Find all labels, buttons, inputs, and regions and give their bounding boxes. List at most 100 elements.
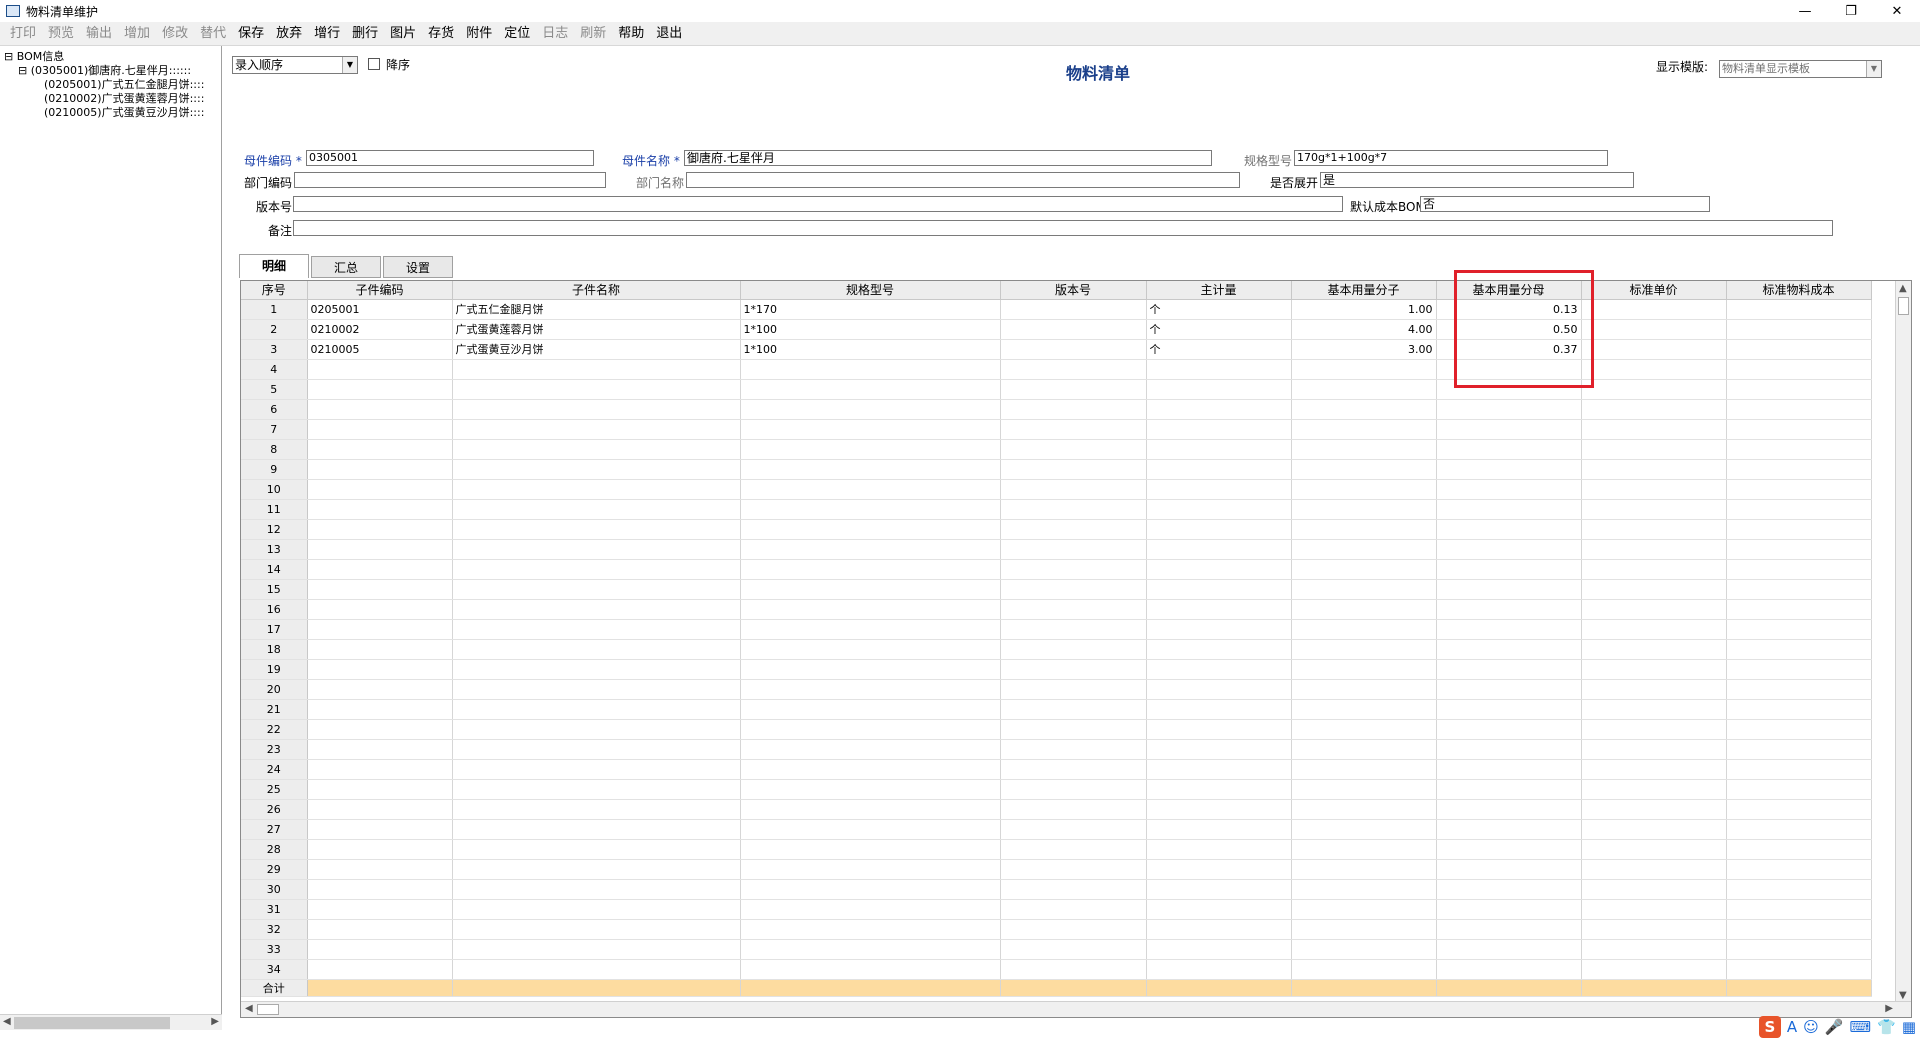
- table-cell[interactable]: [1000, 319, 1147, 340]
- table-cell[interactable]: 1.00: [1291, 299, 1437, 320]
- parent-name-field[interactable]: 御唐府.七星伴月: [684, 150, 1212, 166]
- table-cell[interactable]: [452, 959, 741, 980]
- table-cell[interactable]: [1291, 799, 1437, 820]
- parent-code-field[interactable]: 0305001: [306, 150, 594, 166]
- table-cell[interactable]: [452, 359, 741, 380]
- table-row[interactable]: 2 0210002 广式蛋黄莲蓉月饼 1*100 个 4.00 0.50: [241, 319, 1872, 340]
- table-cell[interactable]: [1436, 419, 1582, 440]
- table-cell[interactable]: [740, 699, 1001, 720]
- table-cell[interactable]: [1000, 499, 1147, 520]
- table-cell[interactable]: [1726, 619, 1872, 640]
- table-cell[interactable]: [1726, 639, 1872, 660]
- table-cell[interactable]: [1726, 519, 1872, 540]
- table-cell[interactable]: [452, 799, 741, 820]
- table-cell[interactable]: [1146, 419, 1292, 440]
- table-cell[interactable]: [1000, 619, 1147, 640]
- table-row[interactable]: 11: [241, 499, 1872, 520]
- table-cell[interactable]: 广式蛋黄豆沙月饼: [452, 339, 741, 360]
- table-cell[interactable]: [1146, 399, 1292, 420]
- table-cell[interactable]: [452, 419, 741, 440]
- table-cell[interactable]: [1291, 419, 1437, 440]
- default-bom-field[interactable]: 否: [1420, 196, 1710, 212]
- table-cell[interactable]: [1000, 839, 1147, 860]
- table-cell[interactable]: [307, 719, 453, 740]
- table-cell[interactable]: [1291, 759, 1437, 780]
- table-cell[interactable]: [1581, 319, 1727, 340]
- table-cell[interactable]: [307, 939, 453, 960]
- tab-settings[interactable]: 设置: [383, 256, 454, 278]
- table-cell[interactable]: [1291, 859, 1437, 880]
- table-cell[interactable]: [1581, 899, 1727, 920]
- table-cell[interactable]: [1581, 739, 1727, 760]
- table-cell[interactable]: [452, 899, 741, 920]
- scroll-left-icon[interactable]: ◀: [245, 1003, 253, 1014]
- table-cell[interactable]: [452, 919, 741, 940]
- table-cell[interactable]: [1581, 839, 1727, 860]
- table-cell[interactable]: 0.50: [1436, 319, 1582, 340]
- table-cell[interactable]: [1291, 719, 1437, 740]
- table-cell[interactable]: [740, 639, 1001, 660]
- scroll-right-icon[interactable]: ▶: [211, 1016, 219, 1027]
- table-cell[interactable]: 0.13: [1436, 299, 1582, 320]
- table-row[interactable]: 24: [241, 759, 1872, 780]
- menu-item[interactable]: 替代: [194, 22, 232, 46]
- table-row[interactable]: 21: [241, 699, 1872, 720]
- table-cell[interactable]: [1581, 339, 1727, 360]
- table-cell[interactable]: [1726, 579, 1872, 600]
- table-cell[interactable]: [1726, 659, 1872, 680]
- column-header[interactable]: 版本号: [1000, 281, 1147, 300]
- table-cell[interactable]: [1000, 719, 1147, 740]
- table-cell[interactable]: [1146, 499, 1292, 520]
- table-cell[interactable]: [740, 899, 1001, 920]
- table-cell[interactable]: [1726, 819, 1872, 840]
- table-cell[interactable]: [452, 519, 741, 540]
- table-cell[interactable]: 广式五仁金腿月饼: [452, 299, 741, 320]
- table-cell[interactable]: [452, 639, 741, 660]
- table-cell[interactable]: 1*170: [740, 299, 1001, 320]
- table-cell[interactable]: [1436, 959, 1582, 980]
- menu-item[interactable]: 增行: [308, 22, 346, 46]
- table-cell[interactable]: [740, 679, 1001, 700]
- table-cell[interactable]: [740, 619, 1001, 640]
- table-cell[interactable]: [1726, 919, 1872, 940]
- remark-field[interactable]: [293, 220, 1833, 236]
- table-cell[interactable]: [1146, 879, 1292, 900]
- table-cell[interactable]: [1436, 359, 1582, 380]
- table-cell[interactable]: [452, 879, 741, 900]
- table-cell[interactable]: [1146, 819, 1292, 840]
- table-cell[interactable]: [1146, 459, 1292, 480]
- table-cell[interactable]: [1000, 599, 1147, 620]
- tree-node-child[interactable]: (0210005)广式蛋黄豆沙月饼::::: [4, 106, 204, 120]
- table-row[interactable]: 6: [241, 399, 1872, 420]
- table-row[interactable]: 33: [241, 939, 1872, 960]
- table-cell[interactable]: [1726, 359, 1872, 380]
- table-cell[interactable]: [740, 719, 1001, 740]
- table-cell[interactable]: [1726, 719, 1872, 740]
- table-cell[interactable]: [1291, 359, 1437, 380]
- table-cell[interactable]: [1146, 779, 1292, 800]
- scroll-thumb[interactable]: [14, 1017, 170, 1029]
- table-cell[interactable]: [1000, 339, 1147, 360]
- table-cell[interactable]: [740, 559, 1001, 580]
- table-cell[interactable]: [1581, 639, 1727, 660]
- table-cell[interactable]: [1436, 619, 1582, 640]
- table-cell[interactable]: [1000, 739, 1147, 760]
- grid-horizontal-scrollbar[interactable]: ◀ ▶: [241, 1001, 1911, 1017]
- table-cell[interactable]: [1436, 659, 1582, 680]
- menu-item[interactable]: 刷新: [574, 22, 612, 46]
- tree-horizontal-scrollbar[interactable]: ◀ ▶: [0, 1014, 222, 1030]
- column-header[interactable]: 基本用量分子: [1291, 281, 1437, 300]
- column-header[interactable]: 子件名称: [452, 281, 741, 300]
- table-cell[interactable]: [1291, 459, 1437, 480]
- table-cell[interactable]: [1726, 759, 1872, 780]
- table-cell[interactable]: [1726, 779, 1872, 800]
- table-cell[interactable]: 0205001: [307, 299, 453, 320]
- table-cell[interactable]: [1146, 699, 1292, 720]
- table-cell[interactable]: [1000, 419, 1147, 440]
- table-cell[interactable]: [452, 539, 741, 560]
- table-cell[interactable]: [1436, 559, 1582, 580]
- table-cell[interactable]: 1*100: [740, 339, 1001, 360]
- scroll-right-icon[interactable]: ▶: [1885, 1003, 1893, 1014]
- table-cell[interactable]: [740, 799, 1001, 820]
- table-cell[interactable]: [740, 659, 1001, 680]
